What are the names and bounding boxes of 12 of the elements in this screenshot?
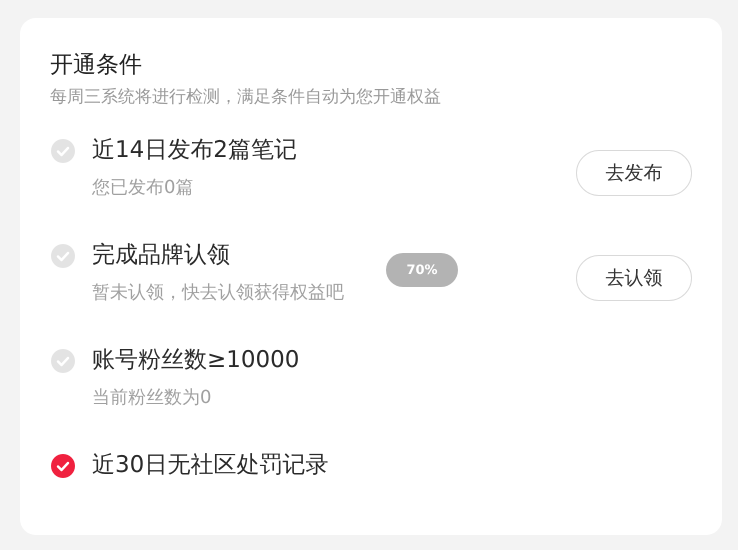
section-title: 开通条件 [50, 51, 143, 80]
condition-title: 完成品牌认领 [92, 241, 230, 270]
action-button[interactable]: 去认领 [576, 254, 692, 300]
condition-title: 账号粉丝数≥10000 [92, 346, 300, 375]
section-subtitle: 每周三系统将进行检测，满足条件自动为您开通权益 [50, 86, 442, 109]
condition-detail: 暂未认领，快去认领获得权益吧 [92, 281, 345, 305]
condition-detail: 您已发布0篇 [92, 176, 194, 200]
condition-title: 近14日发布2篇笔记 [92, 136, 297, 165]
condition-detail: 当前粉丝数为0 [92, 386, 212, 410]
progress-toast: 70% [386, 253, 458, 287]
action-button[interactable]: 去发布 [576, 150, 692, 196]
condition-title: 近30日无社区处罚记录 [92, 451, 328, 480]
